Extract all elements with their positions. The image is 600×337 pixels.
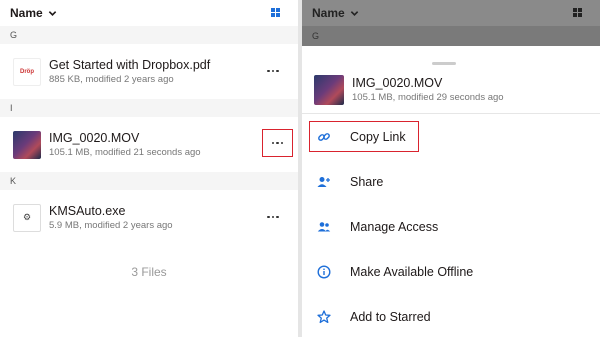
make-available-offline-action[interactable]: Make Available Offline — [302, 249, 600, 294]
chevron-down-icon[interactable] — [48, 9, 57, 18]
star-icon — [317, 309, 331, 323]
pdf-thumbnail: Dröp — [13, 57, 41, 86]
video-thumbnail — [13, 130, 41, 159]
chevron-down-icon — [350, 10, 358, 16]
section-header-g: G — [302, 26, 600, 46]
share-action[interactable]: Share — [302, 159, 600, 204]
file-name: IMG_0020.MOV — [49, 130, 140, 145]
section-header-i: I — [0, 99, 298, 117]
file-list-panel: Name G Dröp Get Started with Dropbox.pdf… — [0, 0, 298, 337]
make-available-offline-label: Make Available Offline — [350, 264, 474, 279]
link-icon — [318, 132, 330, 141]
info-circle-icon — [317, 264, 331, 279]
copy-link-action[interactable]: Copy Link — [302, 114, 600, 159]
copy-link-label: Copy Link — [350, 129, 406, 144]
file-name: IMG_0020.MOV — [352, 76, 443, 90]
more-options-icon[interactable] — [262, 129, 293, 157]
action-sheet: IMG_0020.MOV 105.1 MB, modified 29 secon… — [302, 57, 600, 337]
section-header-g: G — [0, 26, 298, 44]
section-header-k: K — [0, 172, 298, 190]
file-name: KMSAuto.exe — [49, 203, 126, 218]
file-row[interactable]: ⚙ KMSAuto.exe 5.9 MB, modified 2 years a… — [0, 190, 298, 245]
add-to-starred-action[interactable]: Add to Starred — [302, 294, 600, 337]
manage-access-action[interactable]: Manage Access — [302, 204, 600, 249]
add-person-icon — [317, 176, 330, 187]
sort-label[interactable]: Name — [10, 6, 43, 20]
manage-access-label: Manage Access — [350, 219, 439, 234]
file-meta: 885 KB, modified 2 years ago — [49, 73, 174, 85]
file-meta: 5.9 MB, modified 2 years ago — [49, 219, 173, 231]
grid-view-icon[interactable] — [271, 8, 280, 17]
grid-view-icon — [573, 8, 582, 17]
share-label: Share — [350, 174, 384, 189]
sort-header: Name — [302, 0, 600, 26]
files-count: 3 Files — [131, 265, 167, 279]
action-sheet-panel: Name G IMG_0020.MOV 105.1 MB, modified 2… — [302, 0, 600, 337]
file-row[interactable]: Dröp Get Started with Dropbox.pdf 885 KB… — [0, 44, 298, 99]
exe-thumbnail: ⚙ — [13, 203, 41, 232]
sheet-grabber[interactable] — [432, 62, 456, 65]
add-to-starred-label: Add to Starred — [350, 309, 431, 324]
sheet-file-header: IMG_0020.MOV 105.1 MB, modified 29 secon… — [314, 75, 504, 105]
people-icon — [317, 221, 331, 231]
file-name: Get Started with Dropbox.pdf — [49, 57, 211, 72]
sort-header[interactable]: Name — [0, 0, 298, 26]
dimmed-overlay[interactable]: Name G — [302, 0, 600, 46]
file-meta: 105.1 MB, modified 29 seconds ago — [352, 92, 504, 103]
sort-label: Name — [312, 6, 345, 20]
more-options-icon[interactable] — [260, 209, 286, 225]
more-options-icon[interactable] — [260, 63, 286, 79]
video-thumbnail — [314, 75, 344, 105]
file-row[interactable]: IMG_0020.MOV 105.1 MB, modified 21 secon… — [0, 117, 298, 172]
file-meta: 105.1 MB, modified 21 seconds ago — [49, 146, 201, 158]
